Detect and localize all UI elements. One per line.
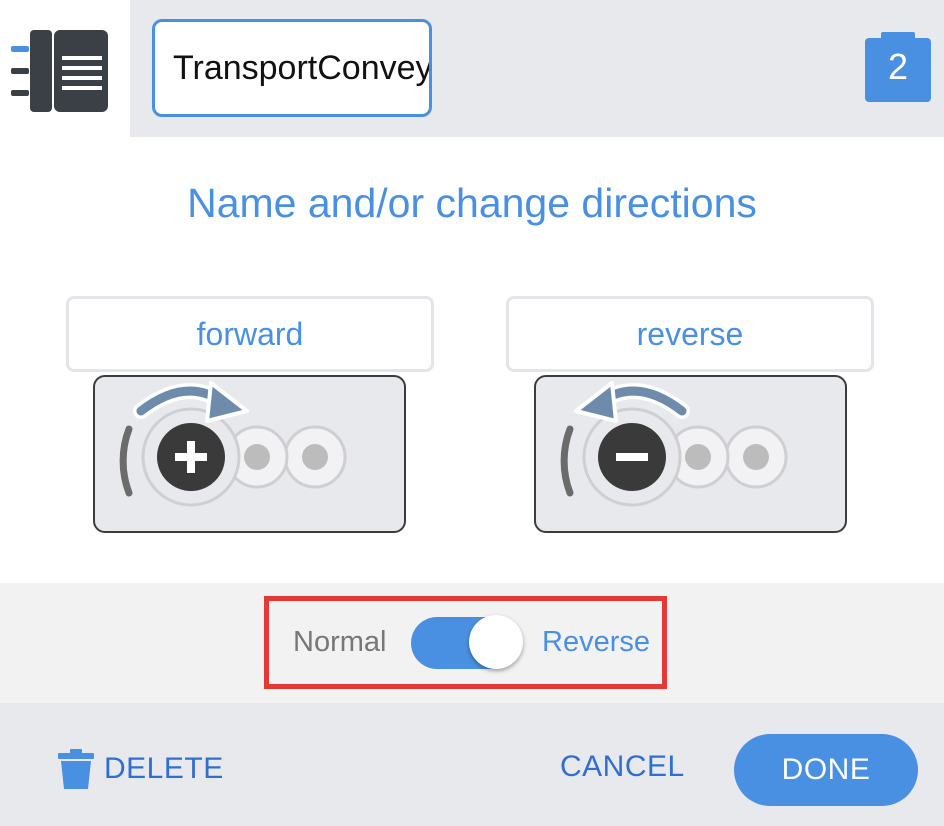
reverse-rotation-icon [560,381,788,507]
device-name-input[interactable] [152,19,432,117]
cancel-button[interactable]: CANCEL [560,750,685,784]
delete-label: DELETE [104,752,224,785]
motor-device-icon [11,30,108,112]
toggle-label-normal: Normal [293,626,387,658]
reverse-direction-card [534,375,847,533]
reverse-label-button[interactable]: reverse [506,296,874,372]
dialog-title: Name and/or change directions [187,180,757,226]
delete-button[interactable]: DELETE [58,745,224,793]
device-icon-box [0,0,130,137]
forward-rotation-icon [119,381,347,507]
done-button[interactable]: DONE [734,734,918,806]
reverse-label: reverse [636,315,744,352]
toggle-label-reverse: Reverse [542,626,650,658]
forward-label: forward [196,315,304,352]
forward-label-button[interactable]: forward [66,296,434,372]
port-badge: 2 [865,32,931,102]
header-bar: 2 [0,0,944,137]
trash-icon [58,749,94,789]
done-label: DONE [781,753,871,786]
direction-toggle-knob[interactable] [469,615,523,669]
forward-direction-card [93,375,406,533]
port-number: 2 [887,46,909,87]
